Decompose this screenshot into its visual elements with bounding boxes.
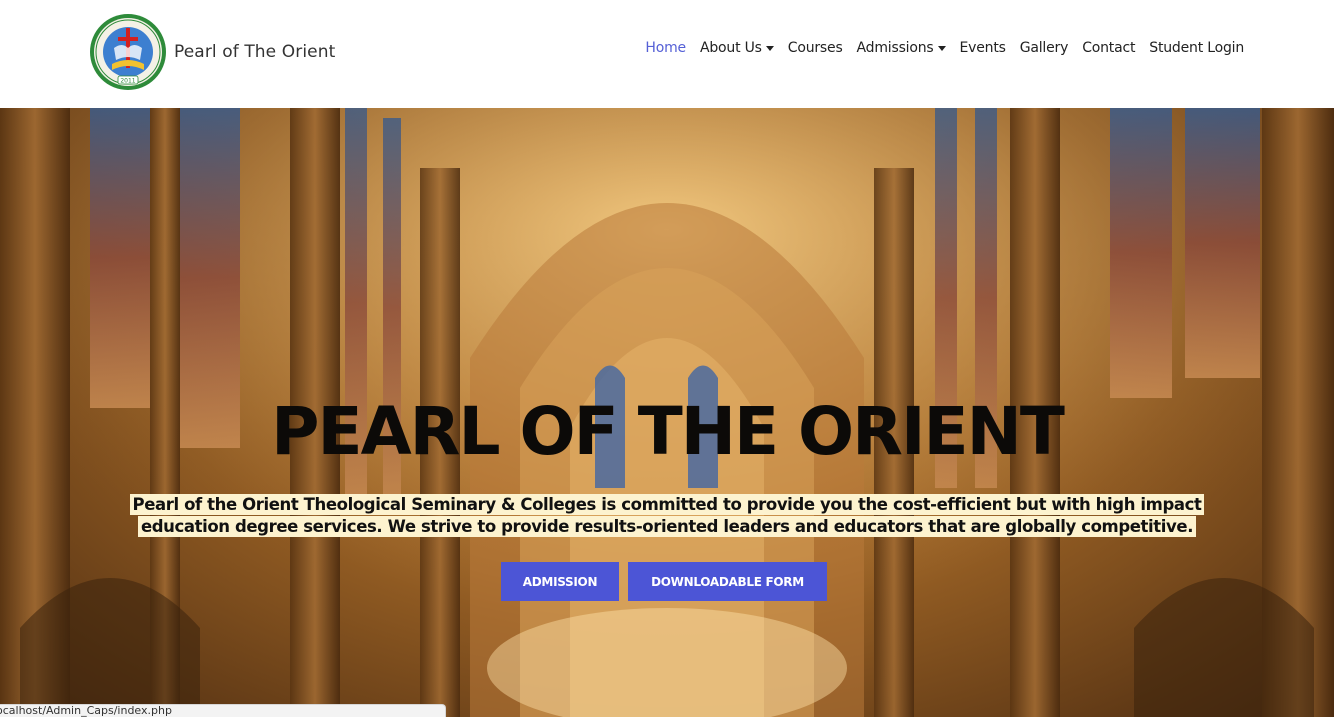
nav-events-label: Events [959,40,1006,56]
browser-status-url: ocalhost/Admin_Caps/index.php [0,704,446,717]
svg-text:2011: 2011 [120,78,135,85]
nav-courses-label: Courses [787,40,843,56]
nav-about-us[interactable]: About Us [700,40,774,56]
brand[interactable]: 2011 Pearl of The Orient [88,12,335,92]
nav-gallery[interactable]: Gallery [1019,40,1069,56]
main-nav: Home About Us Courses Admissions Events … [631,40,1244,56]
caret-down-icon [765,46,774,51]
nav-events[interactable]: Events [960,40,1006,56]
admission-button[interactable]: ADMISSION [501,562,619,601]
nav-admissions-label: Admissions [856,40,934,56]
status-url-text: ocalhost/Admin_Caps/index.php [0,704,172,717]
hero-description-text: Pearl of the Orient Theological Seminary… [129,494,1205,537]
nav-admissions[interactable]: Admissions [857,40,946,56]
navbar: 2011 Pearl of The Orient Home About Us C… [0,0,1334,108]
nav-student-login-label: Student Login [1149,40,1244,56]
nav-about-us-label: About Us [699,40,762,56]
nav-student-login[interactable]: Student Login [1149,40,1244,56]
caret-down-icon [937,46,946,51]
nav-home-label: Home [645,40,686,56]
hero-title: PEARL OF THE ORIENT [271,393,1065,470]
nav-home[interactable]: Home [645,40,686,56]
nav-contact-label: Contact [1082,40,1136,56]
nav-contact[interactable]: Contact [1082,40,1135,56]
school-seal-logo: 2011 [90,14,166,90]
downloadable-form-button[interactable]: DOWNLOADABLE FORM [628,562,827,601]
hero-section: PEARL OF THE ORIENT Pearl of the Orient … [0,108,1334,717]
nav-gallery-label: Gallery [1019,40,1069,56]
brand-name[interactable]: Pearl of The Orient [174,42,335,62]
hero-description: Pearl of the Orient Theological Seminary… [100,494,1234,538]
nav-courses[interactable]: Courses [788,40,843,56]
